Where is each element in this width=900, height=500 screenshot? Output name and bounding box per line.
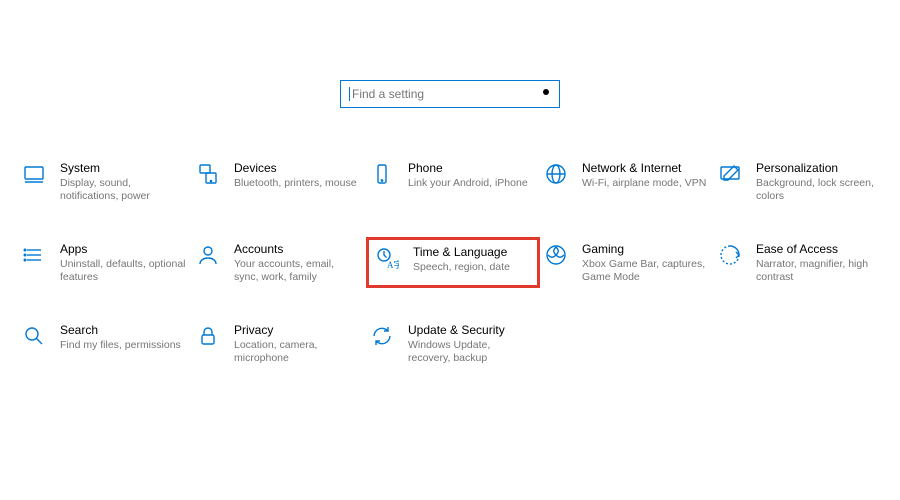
tile-desc: Background, lock screen, colors bbox=[756, 177, 882, 203]
tile-gaming[interactable]: Gaming Xbox Game Bar, captures, Game Mod… bbox=[540, 237, 714, 288]
gaming-icon bbox=[542, 241, 570, 269]
tile-update-security[interactable]: Update & Security Windows Update, recove… bbox=[366, 318, 540, 369]
tile-text: Update & Security Windows Update, recove… bbox=[408, 322, 534, 365]
tile-desc: Speech, region, date bbox=[413, 261, 510, 274]
tile-text: Privacy Location, camera, microphone bbox=[234, 322, 360, 365]
search-icon bbox=[20, 322, 48, 350]
tile-desc: Windows Update, recovery, backup bbox=[408, 339, 534, 365]
tile-desc: Find my files, permissions bbox=[60, 339, 181, 352]
apps-icon bbox=[20, 241, 48, 269]
empty-cell bbox=[540, 318, 714, 369]
tile-title: Devices bbox=[234, 161, 357, 176]
tile-accounts[interactable]: Accounts Your accounts, email, sync, wor… bbox=[192, 237, 366, 288]
system-icon bbox=[20, 160, 48, 188]
tile-text: Personalization Background, lock screen,… bbox=[756, 160, 882, 203]
tile-text: System Display, sound, notifications, po… bbox=[60, 160, 186, 203]
tile-text: Network & Internet Wi-Fi, airplane mode,… bbox=[582, 160, 706, 190]
tile-title: Privacy bbox=[234, 323, 360, 338]
tile-title: Phone bbox=[408, 161, 528, 176]
tile-ease-of-access[interactable]: Ease of Access Narrator, magnifier, high… bbox=[714, 237, 888, 288]
tile-text: Phone Link your Android, iPhone bbox=[408, 160, 528, 190]
tile-search[interactable]: Search Find my files, permissions bbox=[18, 318, 192, 369]
search-input[interactable] bbox=[352, 87, 539, 101]
search-box[interactable] bbox=[340, 80, 560, 108]
tile-desc: Your accounts, email, sync, work, family bbox=[234, 258, 360, 284]
accounts-icon bbox=[194, 241, 222, 269]
tile-title: Search bbox=[60, 323, 181, 338]
search-icon bbox=[539, 87, 551, 102]
tile-desc: Bluetooth, printers, mouse bbox=[234, 177, 357, 190]
tile-desc: Location, camera, microphone bbox=[234, 339, 360, 365]
tile-title: Personalization bbox=[756, 161, 882, 176]
tile-privacy[interactable]: Privacy Location, camera, microphone bbox=[192, 318, 366, 369]
tile-desc: Uninstall, defaults, optional features bbox=[60, 258, 186, 284]
svg-text:A字: A字 bbox=[387, 259, 399, 270]
text-caret bbox=[349, 87, 350, 101]
tile-apps[interactable]: Apps Uninstall, defaults, optional featu… bbox=[18, 237, 192, 288]
tile-text: Search Find my files, permissions bbox=[60, 322, 181, 352]
tile-desc: Wi-Fi, airplane mode, VPN bbox=[582, 177, 706, 190]
tile-title: Network & Internet bbox=[582, 161, 706, 176]
time-language-icon: A字 bbox=[373, 244, 401, 272]
tile-network[interactable]: Network & Internet Wi-Fi, airplane mode,… bbox=[540, 156, 714, 207]
personalization-icon bbox=[716, 160, 744, 188]
tile-system[interactable]: System Display, sound, notifications, po… bbox=[18, 156, 192, 207]
tile-text: Accounts Your accounts, email, sync, wor… bbox=[234, 241, 360, 284]
ease-of-access-icon bbox=[716, 241, 744, 269]
tile-text: Apps Uninstall, defaults, optional featu… bbox=[60, 241, 186, 284]
empty-cell bbox=[714, 318, 888, 369]
tile-time-language[interactable]: A字 Time & Language Speech, region, date bbox=[366, 237, 540, 288]
tile-text: Time & Language Speech, region, date bbox=[413, 244, 510, 274]
update-security-icon bbox=[368, 322, 396, 350]
tile-title: Ease of Access bbox=[756, 242, 882, 257]
tile-title: Accounts bbox=[234, 242, 360, 257]
privacy-icon bbox=[194, 322, 222, 350]
tile-desc: Narrator, magnifier, high contrast bbox=[756, 258, 882, 284]
tile-title: System bbox=[60, 161, 186, 176]
tile-desc: Display, sound, notifications, power bbox=[60, 177, 186, 203]
tile-title: Update & Security bbox=[408, 323, 534, 338]
tile-text: Devices Bluetooth, printers, mouse bbox=[234, 160, 357, 190]
tile-devices[interactable]: Devices Bluetooth, printers, mouse bbox=[192, 156, 366, 207]
devices-icon bbox=[194, 160, 222, 188]
settings-grid: System Display, sound, notifications, po… bbox=[0, 156, 900, 369]
tile-desc: Link your Android, iPhone bbox=[408, 177, 528, 190]
search-row bbox=[0, 80, 900, 108]
network-icon bbox=[542, 160, 570, 188]
tile-text: Ease of Access Narrator, magnifier, high… bbox=[756, 241, 882, 284]
tile-desc: Xbox Game Bar, captures, Game Mode bbox=[582, 258, 708, 284]
tile-title: Time & Language bbox=[413, 245, 510, 260]
tile-phone[interactable]: Phone Link your Android, iPhone bbox=[366, 156, 540, 207]
tile-title: Apps bbox=[60, 242, 186, 257]
tile-personalization[interactable]: Personalization Background, lock screen,… bbox=[714, 156, 888, 207]
tile-title: Gaming bbox=[582, 242, 708, 257]
tile-text: Gaming Xbox Game Bar, captures, Game Mod… bbox=[582, 241, 708, 284]
phone-icon bbox=[368, 160, 396, 188]
